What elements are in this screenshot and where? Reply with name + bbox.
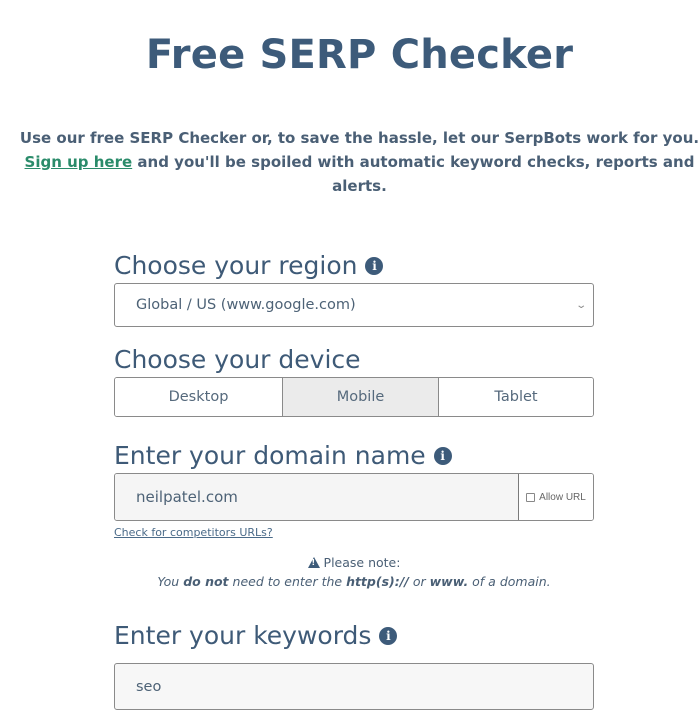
signup-link[interactable]: Sign up here: [25, 153, 133, 171]
device-option-tablet[interactable]: Tablet: [439, 378, 593, 416]
keywords-label-text: Enter your keywords: [114, 620, 372, 650]
note-heading: Please note:: [114, 553, 594, 572]
allow-url-label: Allow URL: [539, 491, 586, 503]
warning-icon: [307, 557, 320, 568]
note-bold-text: do not: [183, 574, 229, 589]
allow-url-toggle[interactable]: Allow URL: [519, 474, 593, 520]
info-icon[interactable]: i: [433, 447, 452, 465]
note-text: You: [157, 574, 184, 589]
domain-input[interactable]: [115, 474, 519, 520]
domain-note: Please note: You do not need to enter th…: [114, 553, 594, 591]
region-selected-value: Global / US (www.google.com): [136, 297, 356, 313]
intro-line-2: Sign up here and you'll be spoiled with …: [0, 150, 700, 198]
page-title: Free SERP Checker: [145, 32, 574, 78]
domain-input-group: Allow URL: [114, 473, 594, 521]
note-heading-text: Please note:: [323, 555, 401, 570]
domain-label-text: Enter your domain name: [114, 440, 426, 470]
device-label-text: Choose your device: [114, 344, 361, 374]
intro-line-1: Use our free SERP Checker or, to save th…: [19, 129, 700, 147]
intro-line-2-text: and you'll be spoiled with automatic key…: [132, 153, 695, 195]
note-body: You do not need to enter the http(s):// …: [114, 572, 594, 591]
device-selector: Desktop Mobile Tablet: [114, 377, 594, 417]
note-text: need to enter the: [228, 574, 347, 589]
intro-text: Use our free SERP Checker or, to save th…: [0, 126, 700, 198]
keywords-value: seo: [136, 678, 162, 695]
info-icon[interactable]: i: [365, 257, 384, 275]
device-option-mobile[interactable]: Mobile: [283, 378, 439, 416]
region-label-text: Choose your region: [114, 250, 358, 280]
note-bold-text: http(s)://: [346, 574, 409, 589]
domain-label: Enter your domain name i: [114, 438, 594, 472]
note-text: of a domain.: [468, 574, 551, 589]
region-label: Choose your region i: [114, 248, 594, 282]
device-label: Choose your device: [114, 342, 594, 376]
competitors-urls-link[interactable]: Check for competitors URLs?: [114, 526, 273, 539]
note-bold-text: www.: [429, 574, 469, 589]
chevron-down-icon: ⌄: [574, 299, 587, 311]
keywords-label: Enter your keywords i: [114, 618, 594, 652]
allow-url-checkbox[interactable]: [526, 492, 536, 502]
serp-checker-form: Choose your region i Global / US (www.go…: [114, 248, 594, 710]
keywords-input[interactable]: seo: [114, 663, 594, 710]
info-icon[interactable]: i: [379, 627, 398, 645]
note-text: or: [408, 574, 430, 589]
region-select[interactable]: Global / US (www.google.com) ⌄: [114, 283, 594, 327]
device-option-desktop[interactable]: Desktop: [115, 378, 283, 416]
